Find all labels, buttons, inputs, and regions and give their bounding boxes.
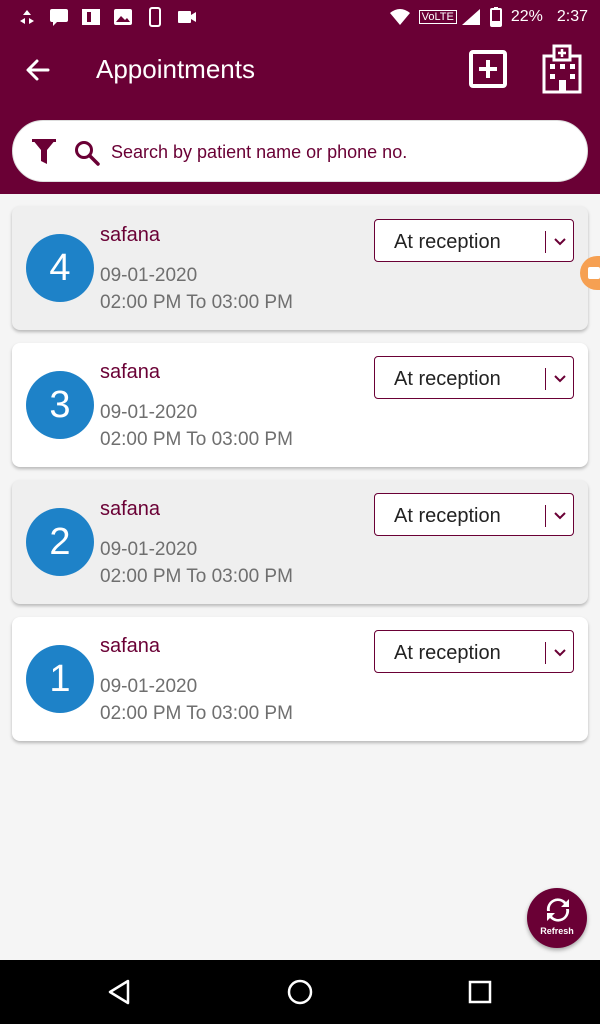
patient-name: safana — [100, 635, 161, 657]
filter-icon[interactable] — [31, 137, 57, 167]
wifi-icon — [389, 9, 410, 25]
chevron-down-icon — [554, 375, 566, 383]
search-icon — [75, 141, 100, 166]
nav-recent-icon[interactable] — [466, 978, 494, 1006]
appointment-card[interactable]: 4 safana 09-01-2020 02:00 PM To 03:00 PM… — [12, 206, 588, 330]
appointment-card[interactable]: 1 safana 09-01-2020 02:00 PM To 03:00 PM… — [12, 617, 588, 741]
appointment-date: 09-01-2020 — [100, 265, 198, 286]
battery-icon — [489, 7, 502, 27]
add-box-icon[interactable] — [468, 49, 508, 89]
search-section — [0, 106, 600, 194]
hospital-icon[interactable] — [540, 44, 584, 94]
page-title: Appointments — [96, 54, 255, 84]
status-selected-value: At reception — [394, 505, 501, 527]
status-bar: VoLTE 22% 2:37 — [0, 0, 600, 34]
token-number-badge: 4 — [26, 234, 94, 302]
token-number-badge: 3 — [26, 371, 94, 439]
status-dropdown[interactable]: At reception — [374, 493, 574, 536]
appointment-time: 02:00 PM To 03:00 PM — [100, 703, 293, 724]
status-selected-value: At reception — [394, 231, 501, 253]
refresh-button[interactable]: Refresh — [527, 888, 587, 948]
refresh-icon — [546, 898, 570, 922]
phone-vibrate-icon — [149, 7, 161, 27]
appointment-card[interactable]: 3 safana 09-01-2020 02:00 PM To 03:00 PM… — [12, 343, 588, 467]
notification-one-icon — [82, 9, 100, 25]
network-label: VoLTE — [418, 10, 457, 24]
search-bar[interactable] — [12, 120, 588, 182]
dropdown-divider — [545, 505, 546, 527]
token-number-badge: 1 — [26, 645, 94, 713]
appointment-time: 02:00 PM To 03:00 PM — [100, 429, 293, 450]
dropdown-divider — [545, 642, 546, 664]
refresh-label: Refresh — [540, 926, 574, 936]
image-icon — [114, 9, 132, 25]
battery-level: 22% — [510, 8, 543, 25]
appointment-time: 02:00 PM To 03:00 PM — [100, 292, 293, 313]
appointment-date: 09-01-2020 — [100, 402, 198, 423]
patient-name: safana — [100, 498, 161, 520]
chevron-down-icon — [554, 512, 566, 520]
nav-home-icon[interactable] — [286, 978, 314, 1006]
signal-icon — [461, 9, 480, 25]
token-number-badge: 2 — [26, 508, 94, 576]
message-icon — [50, 9, 68, 26]
patient-name: safana — [100, 361, 161, 383]
system-nav-bar — [0, 960, 600, 1024]
nav-back-icon[interactable] — [106, 978, 134, 1006]
status-dropdown[interactable]: At reception — [374, 356, 574, 399]
sync-icon — [20, 10, 34, 24]
appointment-card[interactable]: 2 safana 09-01-2020 02:00 PM To 03:00 PM… — [12, 480, 588, 604]
app-bar: Appointments — [0, 34, 600, 106]
chevron-down-icon — [554, 649, 566, 657]
status-dropdown[interactable]: At reception — [374, 630, 574, 673]
video-icon — [178, 11, 196, 23]
dropdown-divider — [545, 231, 546, 253]
appointment-date: 09-01-2020 — [100, 676, 198, 697]
clock: 2:37 — [556, 8, 588, 25]
chevron-down-icon — [554, 238, 566, 246]
status-dropdown[interactable]: At reception — [374, 219, 574, 262]
status-selected-value: At reception — [394, 368, 501, 390]
video-icon — [588, 267, 600, 279]
status-selected-value: At reception — [394, 642, 501, 664]
search-input[interactable] — [111, 139, 571, 165]
dropdown-divider — [545, 368, 546, 390]
back-arrow-icon[interactable] — [20, 52, 56, 88]
appointment-date: 09-01-2020 — [100, 539, 198, 560]
patient-name: safana — [100, 224, 161, 246]
appointment-time: 02:00 PM To 03:00 PM — [100, 566, 293, 587]
